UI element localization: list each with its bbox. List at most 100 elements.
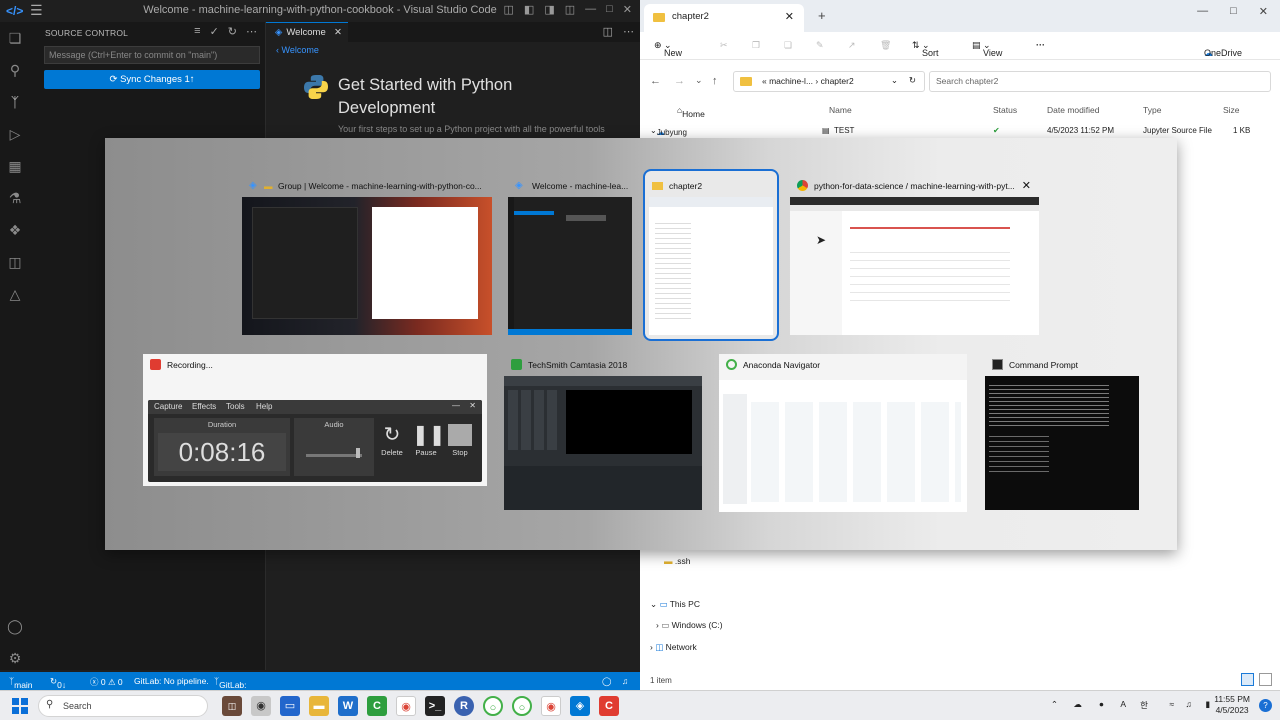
forward-icon[interactable]: → [674,75,685,87]
address-current[interactable]: chapter2 [821,76,854,86]
column-date[interactable]: Date modified [1047,105,1099,115]
layout-icon[interactable]: ◫ [504,3,514,16]
switcher-card-camtasia[interactable]: TechSmith Camtasia 2018 [504,354,702,512]
sync-changes-button[interactable]: ⟳ Sync Changes 1↑ [44,70,260,89]
wifi-icon[interactable]: ≈ [1169,699,1174,709]
search-input[interactable]: Search chapter2 [929,71,1271,92]
minimize-icon[interactable]: — [1197,5,1208,18]
layout-icon[interactable]: ◫ [565,3,575,16]
explorer-icon[interactable]: ❏ [5,28,25,48]
tab-chapter2[interactable]: chapter2 ✕ [644,4,804,32]
delete-button[interactable]: ↻ Delete [378,422,406,457]
nav-windows-c[interactable]: › ▭ Windows (C:) [656,620,723,631]
audio-slider[interactable] [306,454,362,457]
copy-icon[interactable]: ❐ [752,40,760,51]
menu-help[interactable]: Help [256,402,272,411]
delete-icon[interactable]: 🗑 [880,40,891,51]
menu-capture[interactable]: Capture [154,402,182,411]
close-icon[interactable]: ✕ [334,23,342,42]
run-debug-icon[interactable]: ▷ [5,124,25,144]
sort-button[interactable]: ⇅ Sort ⌄ [912,40,939,58]
taskbar-search[interactable]: ⚲ Search [38,695,208,717]
ime-icon[interactable]: 한 [1140,699,1148,711]
breadcrumb[interactable]: ‹ Welcome [276,45,319,55]
table-row[interactable]: ⌄ ☁ Jubyung - Personal ▤ TEST ✔ 4/5/2023… [640,124,1280,155]
switcher-card-recording[interactable]: Recording... Capture Effects Tools Help … [143,354,487,486]
column-name[interactable]: Name [829,105,852,115]
task-view-icon[interactable]: ◫ [222,696,242,716]
rename-icon[interactable]: ✎ [816,40,824,51]
monitor-app-icon[interactable]: ▭ [280,696,300,716]
commit-message-input[interactable]: Message (Ctrl+Enter to commit on "main") [44,46,260,64]
column-status[interactable]: Status [993,105,1017,115]
problems-status[interactable]: ⓧ 0 ⚠ 0 [90,676,123,688]
font-icon[interactable]: A [1120,699,1126,709]
column-size[interactable]: Size [1223,105,1240,115]
chrome-icon[interactable]: ◉ [396,696,416,716]
refresh-icon[interactable]: ↻ [909,75,916,86]
close-icon[interactable]: ✕ [785,4,794,30]
address-parent[interactable]: machine-l... [769,76,813,86]
start-button[interactable] [12,698,28,714]
column-type[interactable]: Type [1143,105,1161,115]
battery-icon[interactable]: ▮ [1205,699,1210,710]
view-button[interactable]: ▤ View ⌄ [972,40,1002,58]
clock[interactable]: 11:55 PM 4/5/2023 [1214,694,1250,716]
layout-icon[interactable]: ◧ [524,3,534,16]
nav-network[interactable]: › ◫ Network [650,642,697,653]
tiles-view-icon[interactable] [1259,673,1272,686]
more-button[interactable]: ··· [1036,40,1045,50]
share-icon[interactable]: ↗ [848,40,856,51]
notification-icon[interactable]: ? [1259,699,1272,712]
pause-button[interactable]: ❚❚ Pause [412,422,446,457]
tab-welcome[interactable]: ◈ Welcome ✕ [266,22,348,42]
close-icon[interactable]: ✕ [469,401,476,410]
menu-effects[interactable]: Effects [192,402,216,411]
python-icon[interactable]: ❖ [5,220,25,240]
camtasia-icon[interactable]: C [367,696,387,716]
list-icon[interactable]: ≡ [194,25,200,38]
account-icon[interactable]: ◯ [5,616,25,636]
switcher-card-explorer[interactable]: chapter2 [643,169,779,341]
close-icon[interactable]: ✕ [1022,175,1031,197]
minimize-icon[interactable]: — [585,3,596,16]
file-explorer-icon[interactable]: ▬ [309,696,329,716]
onedrive-icon[interactable]: ☁ [1074,699,1083,710]
refresh-icon[interactable]: ↻ [228,25,237,38]
gear-icon[interactable]: ⚙ [5,648,25,668]
menu-tools[interactable]: Tools [226,402,245,411]
audio-slider-knob[interactable] [356,448,360,458]
close-icon[interactable]: ✕ [1259,5,1268,18]
nav-personal[interactable]: ⌄ ☁ Jubyung - Personal [650,126,688,155]
word-icon[interactable]: W [338,696,358,716]
commit-check-icon[interactable]: ✓ [210,25,219,38]
more-icon[interactable]: ⋯ [246,25,257,38]
sync-status[interactable]: ↻ 0↓ 1↑ [50,676,66,700]
cut-icon[interactable]: ✂ [720,40,728,51]
more-icon[interactable]: ⋯ [623,25,634,38]
branch-status[interactable]: ᛉ main [9,676,33,690]
layout-icon[interactable]: ◨ [544,3,554,16]
cmd-icon[interactable]: >_ [425,696,445,716]
camtasia-recorder-icon[interactable]: C [599,696,619,716]
gitlab-mr-status[interactable]: ᛉ GitLab: Create MR. [214,676,247,710]
details-view-icon[interactable] [1241,673,1254,686]
remote-icon[interactable]: ◫ [5,252,25,272]
maximize-icon[interactable]: □ [1230,5,1237,18]
chevron-down-icon[interactable]: ⌄ [891,75,898,86]
source-control-icon[interactable]: ᛉ [5,92,25,112]
chrome-icon[interactable]: ◉ [541,696,561,716]
anaconda-icon[interactable]: ○ [512,696,532,716]
bell-icon[interactable]: ♫ [622,676,628,686]
accounts-icon[interactable]: ◯ [602,676,612,687]
camera-icon[interactable]: ◉ [251,696,271,716]
testing-icon[interactable]: ⚗ [5,188,25,208]
minimize-icon[interactable]: — [452,401,460,410]
switcher-card-vscode[interactable]: ◈ Welcome - machine-lea... [508,175,632,335]
nav-home[interactable]: ⌂ Home [677,105,705,119]
paste-icon[interactable]: ❏ [784,40,792,51]
address-bar[interactable]: « machine-l... › chapter2 ⌄ ↻ [733,71,925,92]
split-editor-icon[interactable]: ◫ [603,25,613,38]
nav-this-pc[interactable]: ⌄ ▭ This PC [650,599,700,610]
microphone-icon[interactable]: ● [1099,699,1104,709]
